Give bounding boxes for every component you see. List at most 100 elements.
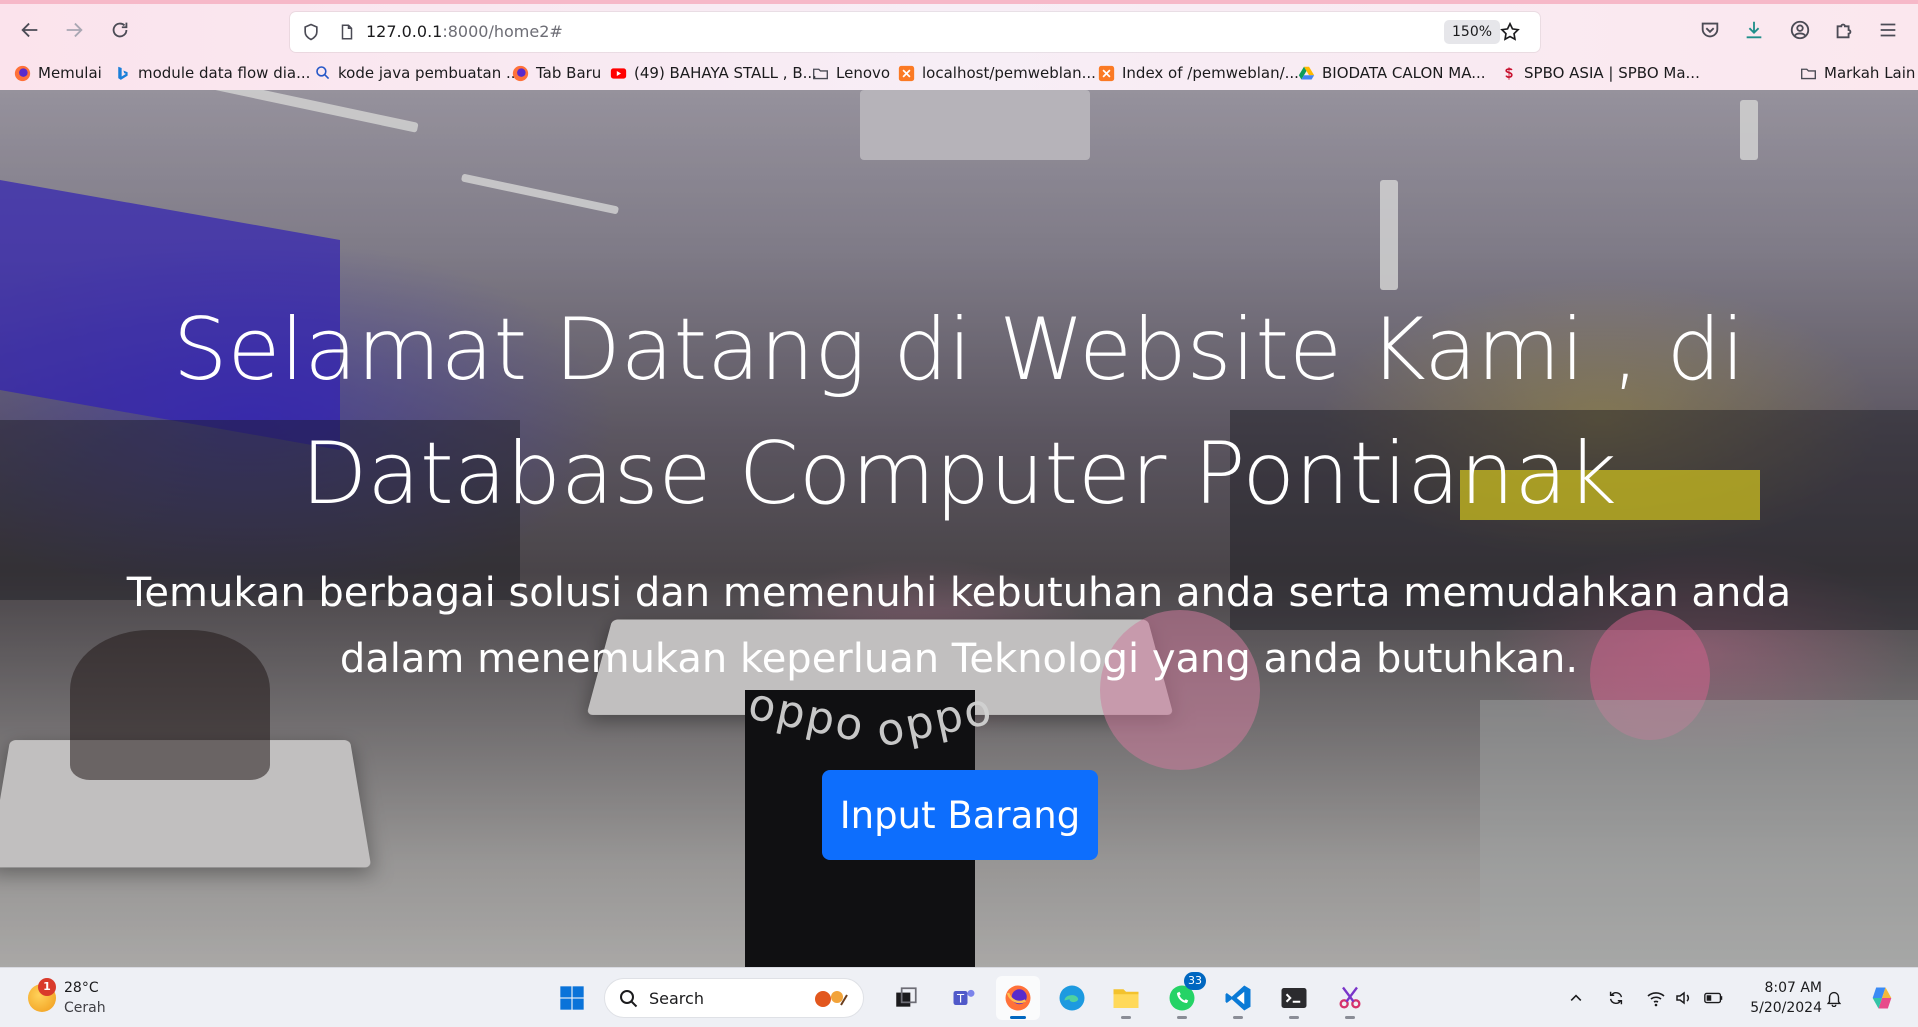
bookmark-label: Markah Lain [1824,64,1916,82]
weather-widget[interactable]: 1 28°C Cerah [24,974,134,1022]
network-button[interactable] [1644,986,1668,1010]
downloads-button[interactable] [1736,12,1772,48]
firefox-taskbar-button[interactable] [996,976,1040,1020]
bookmark-label: Tab Baru [536,64,602,82]
url-host: 127.0.0.1 [366,22,443,41]
sync-tray-button[interactable] [1604,986,1628,1010]
bookmark-label: Memulai [38,64,102,82]
zoom-level[interactable]: 150% [1444,20,1501,44]
extensions-button[interactable] [1826,12,1862,48]
hero-subtitle: Temukan berbagai solusi dan memenuhi keb… [126,570,1792,682]
firefox-icon [14,65,31,82]
xampp-icon [1098,65,1115,82]
running-indicator [1233,1016,1243,1019]
bookmarks-bar: Memulai module data flow dia... kode jav… [0,56,1918,90]
battery-icon [1704,992,1723,1004]
task-view-button[interactable] [884,976,928,1020]
volume-button[interactable] [1672,986,1696,1010]
running-indicator [1177,1016,1187,1019]
pocket-button[interactable] [1692,12,1728,48]
bookmark-biodata[interactable]: BIODATA CALON MA... [1298,61,1486,85]
bookmark-localhost[interactable]: localhost/pemweblan... [898,61,1096,85]
google-drive-icon [1298,65,1315,82]
bookmark-label: Lenovo [836,64,891,82]
spbo-icon [1500,65,1517,82]
tracking-shield-icon[interactable] [298,19,324,45]
account-icon [1790,20,1810,40]
wifi-icon [1647,992,1665,1007]
copilot-button[interactable] [1866,982,1898,1014]
clock-time: 8:07 AM [1764,980,1822,996]
search-highlight-icon [815,991,848,1007]
account-button[interactable] [1782,12,1818,48]
weather-condition: Cerah [64,1000,106,1016]
bell-icon [1826,991,1842,1007]
bookmark-index-of[interactable]: Index of /pemweblan/... [1098,61,1299,85]
forward-arrow-icon [66,22,83,38]
hero-section: oppo oppo Selamat Datang di Website Kami… [0,90,1918,967]
show-hidden-icons-button[interactable] [1564,986,1588,1010]
clock-date: 5/20/2024 [1750,1000,1822,1016]
edge-button[interactable] [1050,976,1094,1020]
bookmark-label: SPBO ASIA | SPBO Ma... [1524,64,1700,82]
folder-icon [1800,65,1817,82]
hero-title: Selamat Datang di Website Kami , di Data… [172,300,1746,524]
bookmark-kode-java[interactable]: kode java pembuatan ... [314,61,520,85]
bookmark-module-data-flow[interactable]: module data flow dia... [114,61,310,85]
search-icon [620,990,638,1008]
bookmark-label: kode java pembuatan ... [338,64,521,82]
bookmark-spbo[interactable]: SPBO ASIA | SPBO Ma... [1500,61,1700,85]
reload-button[interactable] [102,12,138,48]
bookmark-memulai[interactable]: Memulai [14,61,102,85]
youtube-icon [610,65,627,82]
url-path: :8000/home2# [442,22,563,41]
file-explorer-button[interactable] [1104,976,1148,1020]
folder-icon [1113,989,1139,1008]
bookmark-label: Index of /pemweblan/... [1122,64,1299,82]
puzzle-icon [1836,23,1852,39]
search-label: Search [649,989,704,1008]
bookmark-star-icon[interactable] [1496,18,1524,46]
bookmark-youtube[interactable]: (49) BAHAYA STALL , B... [610,61,817,85]
weather-temperature: 28°C [64,980,99,996]
input-barang-button[interactable]: Input Barang [822,770,1098,860]
running-indicator [1010,1016,1026,1019]
url-text[interactable]: 127.0.0.1:8000/home2# [366,22,563,41]
start-button[interactable] [550,976,594,1020]
svg-text:T: T [956,992,965,1006]
bookmark-label: (49) BAHAYA STALL , B... [634,64,817,82]
vscode-button[interactable] [1216,976,1260,1020]
firefox-icon [512,65,529,82]
bookmark-markah-lain[interactable]: Markah Lain [1800,61,1915,85]
vscode-icon [1225,985,1251,1011]
hamburger-menu-icon [1880,23,1896,37]
terminal-button[interactable] [1272,976,1316,1020]
bookmark-tab-baru[interactable]: Tab Baru [512,61,601,85]
running-indicator [1289,1016,1299,1019]
address-bar[interactable]: 127.0.0.1:8000/home2# 150% [290,12,1540,52]
sync-icon [1609,991,1623,1005]
xampp-icon [898,65,915,82]
bookmark-lenovo[interactable]: Lenovo [812,61,890,85]
taskbar-search[interactable]: Search [604,978,864,1018]
notifications-button[interactable] [1822,986,1846,1010]
task-view-icon [896,987,917,1007]
menu-button[interactable] [1870,12,1906,48]
browser-toolbar: 127.0.0.1:8000/home2# 150% [0,0,1918,56]
back-arrow-icon [21,22,38,38]
whatsapp-button[interactable]: 33 [1160,972,1206,1020]
snipping-tool-button[interactable] [1328,976,1372,1020]
firefox-icon [1005,985,1031,1011]
battery-button[interactable] [1702,986,1726,1010]
copilot-icon [1872,987,1892,1009]
forward-button[interactable] [56,12,92,48]
search-icon [314,65,331,82]
back-button[interactable] [12,12,48,48]
bookmark-label: module data flow dia... [138,64,311,82]
windows-taskbar: 1 28°C Cerah Search T 33 8:07 AM 5/20/20… [0,967,1918,1027]
teams-button[interactable]: T [942,976,986,1020]
bookmark-label: localhost/pemweblan... [922,64,1096,82]
system-clock[interactable]: 8:07 AM 5/20/2024 [1732,978,1822,1018]
page-info-icon[interactable] [334,19,360,45]
running-indicator [1345,1016,1355,1019]
